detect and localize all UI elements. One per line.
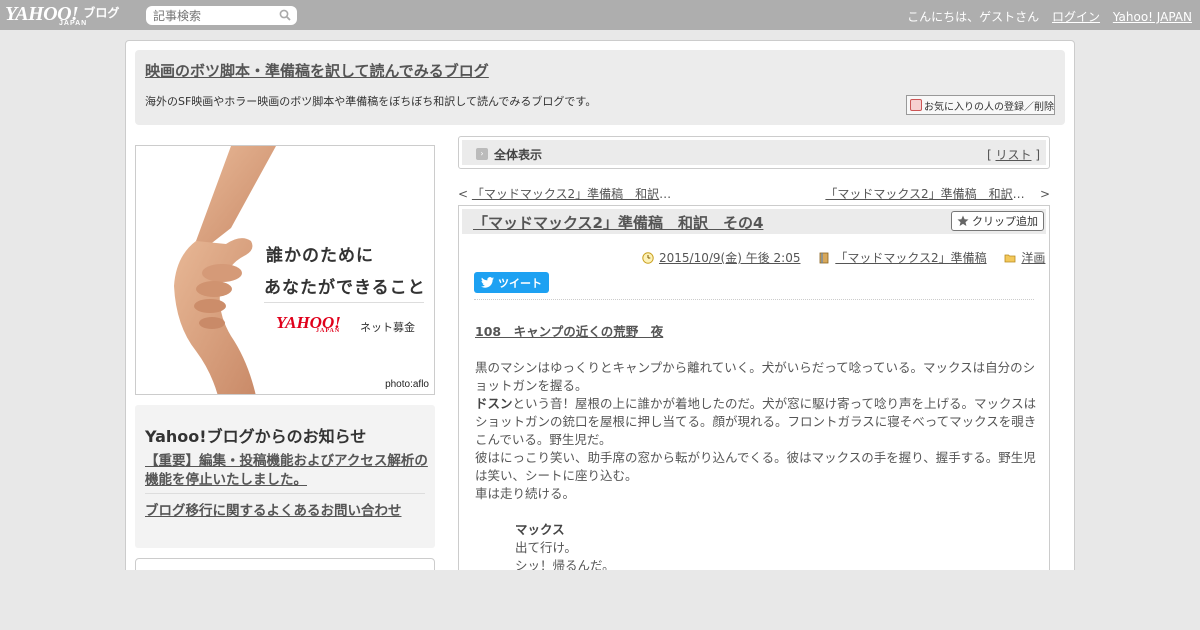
dialogue-line-1: 出て行け。: [515, 540, 577, 555]
next-ellipsis: …: [1012, 187, 1025, 201]
notice-divider: [145, 493, 425, 494]
banner-divider: [264, 302, 424, 303]
category-link[interactable]: 「マッドマックス2」準備稿: [835, 251, 986, 265]
favorite-register-button[interactable]: お気に入りの人の登録／削除: [906, 95, 1055, 115]
notice-link-faq[interactable]: ブログ移行に関するよくあるお問い合わせ: [145, 499, 402, 519]
arrow-right-icon: ›: [476, 148, 488, 160]
login-link[interactable]: ログイン: [1052, 10, 1100, 24]
blog-description: 海外のSF映画やホラー映画のボツ脚本や準備稿をぼちぼち和訳して読んでみるブログで…: [145, 95, 597, 108]
list-bracket-close: ]: [1031, 148, 1040, 162]
article-header: 「マッドマックス2」準備稿 和訳 その4 クリップ追加: [462, 209, 1046, 234]
paragraph-4: 車は走り続ける。: [475, 486, 576, 501]
search-icon[interactable]: [279, 9, 291, 21]
tweet-label: ツイート: [498, 276, 542, 290]
clock-icon: [642, 252, 654, 264]
clip-add-button[interactable]: クリップ追加: [951, 211, 1044, 231]
paragraph-3: 彼はにっこり笑い、助手席の窓から転がり込んでくる。彼はマックスの手を握り、握手す…: [475, 450, 1036, 483]
article-body: 108 キャンプの近くの荒野 夜 黒のマシンはゆっくりとキャンプから離れていく。…: [475, 323, 1037, 575]
blog-title-link[interactable]: 映画のボツ脚本・準備稿を訳して読んでみるブログ: [145, 60, 489, 81]
article-search: [146, 6, 297, 25]
banner-line2: あなたができること: [264, 278, 426, 298]
folder-icon: [1005, 254, 1016, 263]
article-meta: 2015/10/9(金) 午後 2:05 「マッドマックス2」準備稿 洋画: [642, 249, 1045, 266]
list-view-toggle: [ リスト ]: [987, 146, 1040, 163]
notice-title: Yahoo!ブログからのお知らせ: [145, 427, 367, 446]
notice-panel: Yahoo!ブログからのお知らせ 【重要】編集・投稿機能およびアクセス解析の機能…: [135, 405, 435, 548]
global-header: YAHOO! JAPAN ブログ こんにちは、ゲストさん ログイン Yahoo!…: [0, 0, 1200, 30]
prev-article-nav: < 「マッドマックス2」準備稿 和訳…: [458, 185, 671, 202]
prev-article-link[interactable]: 「マッドマックス2」準備稿 和訳: [472, 187, 659, 201]
post-date-link[interactable]: 2015/10/9(金) 午後 2:05: [659, 251, 800, 265]
view-mode-bar: › 全体表示 [ リスト ]: [458, 136, 1050, 169]
viewport-bottom-area: [0, 570, 1200, 630]
yahoo-blog-logo[interactable]: YAHOO! JAPAN ブログ: [5, 3, 119, 27]
twitter-bird-icon: [481, 277, 494, 288]
photo-credit: photo:aflo: [385, 379, 429, 390]
view-mode-inner: › 全体表示 [ リスト ]: [462, 140, 1046, 165]
handshake-image: [174, 146, 276, 394]
user-links: こんにちは、ゲストさん ログイン Yahoo! JAPAN: [907, 8, 1192, 25]
next-article-link[interactable]: 「マッドマックス2」準備稿 和訳: [825, 187, 1012, 201]
charity-banner[interactable]: 誰かのために あなたができること YAHOO! JAPAN ネット募金 phot…: [135, 145, 435, 395]
greeting-text: こんにちは、ゲストさん: [907, 10, 1040, 24]
logo-japan: JAPAN: [59, 20, 88, 27]
next-arrow[interactable]: >: [1040, 187, 1050, 201]
prev-ellipsis: …: [659, 187, 672, 201]
next-article-nav: 「マッドマックス2」準備稿 和訳… >: [825, 185, 1050, 202]
heart-icon: [910, 99, 922, 111]
paragraph-2-bold: ドスン: [475, 396, 513, 411]
star-icon: [957, 215, 969, 226]
notice-link-important[interactable]: 【重要】編集・投稿機能およびアクセス解析の機能を停止いたしました。: [145, 452, 430, 490]
prev-arrow[interactable]: <: [458, 187, 468, 201]
article: 「マッドマックス2」準備稿 和訳 その4 クリップ追加 2015/10/9(金)…: [458, 205, 1050, 605]
tweet-button[interactable]: ツイート: [474, 272, 549, 293]
blog-header: 映画のボツ脚本・準備稿を訳して読んでみるブログ 海外のSF映画やホラー映画のボツ…: [135, 50, 1065, 125]
banner-logo-sub: JAPAN: [316, 328, 341, 334]
banner-yahoo-logo: YAHOO! JAPAN: [276, 313, 341, 334]
paragraph-2: ドスンという音！屋根の上に誰かが着地したのだ。犬が窓に駆け寄って唸り声を上げる。…: [475, 395, 1037, 449]
paragraph-1: 黒のマシンはゆっくりとキャンプから離れていく。犬がいらだって唸っている。マックス…: [475, 360, 1036, 393]
list-view-link[interactable]: リスト: [995, 148, 1031, 162]
article-title[interactable]: 「マッドマックス2」準備稿 和訳 その4: [473, 212, 763, 233]
dialogue-speaker: マックス: [475, 521, 1037, 539]
favorite-register-label: お気に入りの人の登録／削除: [924, 101, 1054, 113]
paragraph-2-rest: という音！屋根の上に誰かが着地したのだ。犬が窓に駆け寄って唸り声を上げる。マック…: [475, 396, 1037, 447]
scene-heading: 108 キャンプの近くの荒野 夜: [475, 324, 664, 339]
yahoo-japan-link[interactable]: Yahoo! JAPAN: [1113, 10, 1192, 24]
logo-blog: ブログ: [83, 6, 120, 20]
clip-add-label: クリップ追加: [972, 215, 1038, 228]
view-all-label: 全体表示: [494, 148, 543, 162]
speaker-name: マックス: [515, 522, 565, 537]
book-icon: [819, 252, 829, 264]
meta-divider: [474, 299, 1034, 300]
genre-link[interactable]: 洋画: [1021, 251, 1045, 265]
banner-line1: 誰かのために: [266, 246, 374, 266]
search-input[interactable]: [146, 6, 271, 25]
banner-net-label: ネット募金: [360, 321, 415, 334]
